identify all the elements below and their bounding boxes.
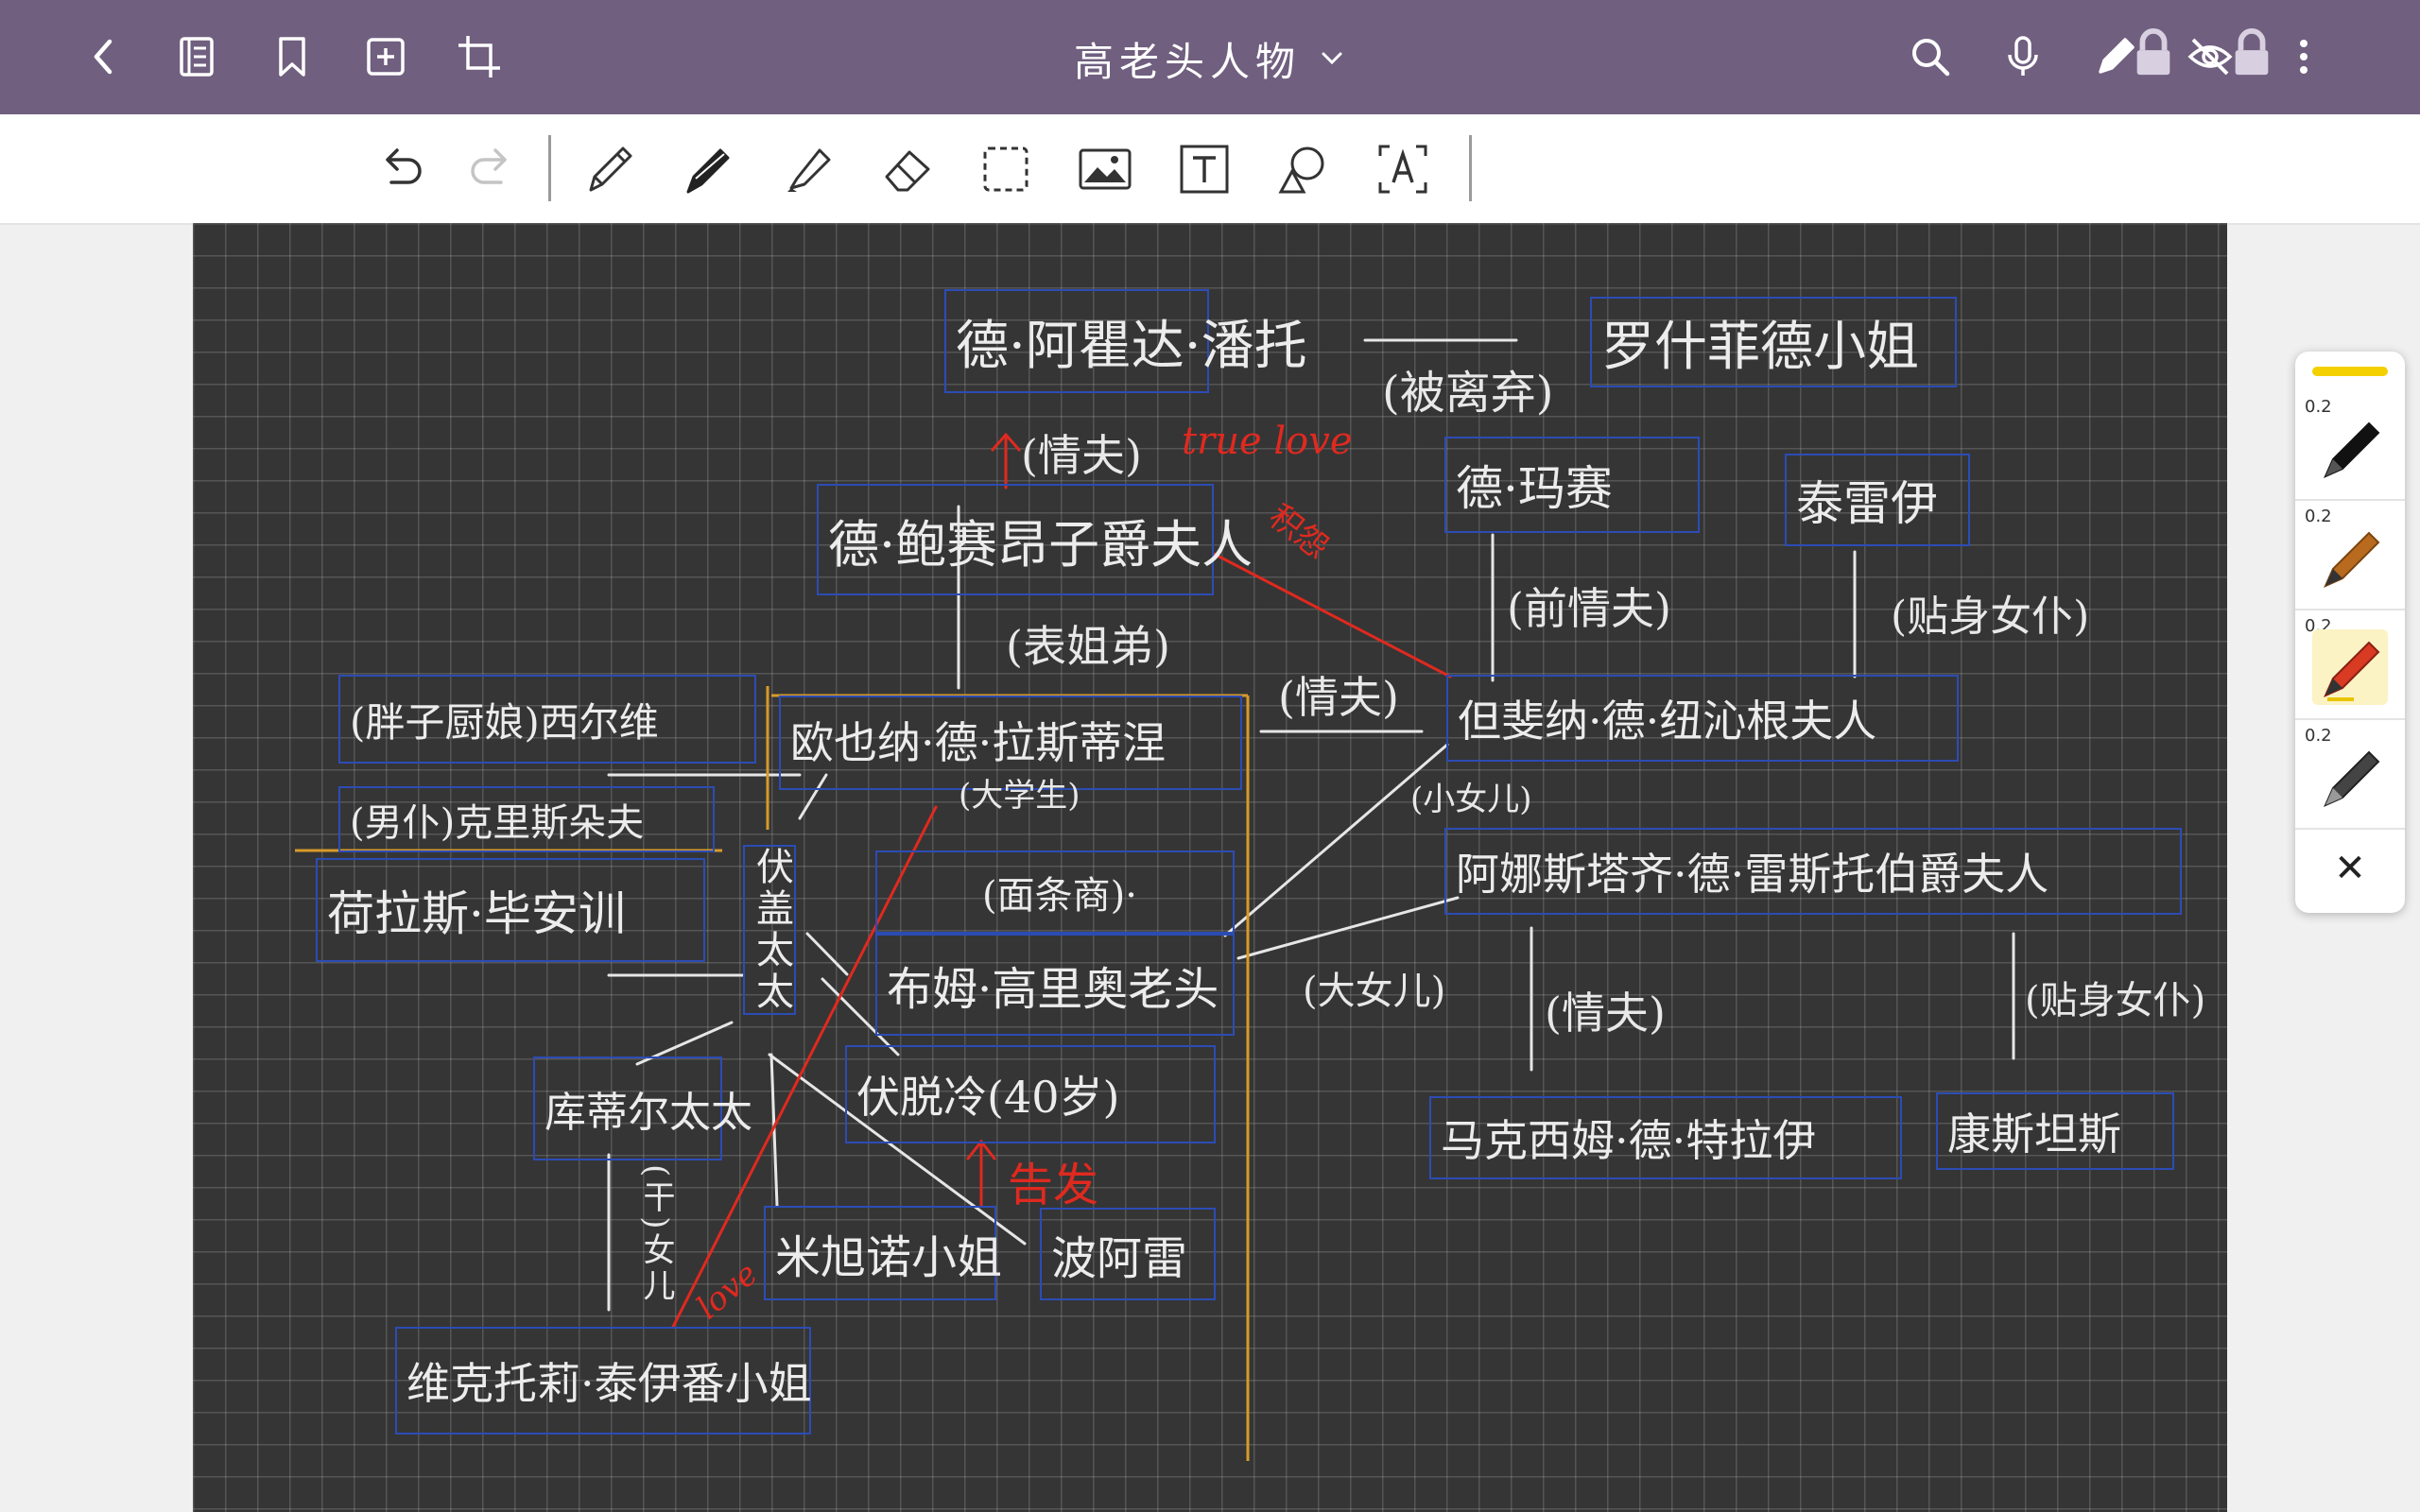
undo-button[interactable]: [365, 133, 437, 205]
pen-presets-panel: 0.2 0.2 0.2 0.2 ✕: [2295, 352, 2405, 913]
node-victorine[interactable]: 维克托莉·泰伊番小姐: [395, 1327, 812, 1435]
node-bianchon[interactable]: 荷拉斯·毕安训: [316, 858, 705, 962]
toolbar-divider: [1469, 135, 1472, 201]
label-eldest-daughter: (大女儿): [1303, 970, 1446, 1013]
node-de-marsay[interactable]: 德·玛赛: [1444, 437, 1700, 533]
lasso-tool[interactable]: [970, 133, 1042, 205]
add-page-icon: [367, 38, 405, 76]
color-indicator: [2312, 367, 2388, 376]
redo-icon: [471, 148, 507, 184]
chevron-down-icon: [1322, 52, 1342, 65]
notebook-title-dropdown[interactable]: 高老头人物: [1021, 28, 1399, 89]
node-constance[interactable]: 康斯坦斯: [1936, 1092, 2174, 1170]
text-box-icon: [1180, 145, 1229, 194]
node-beauseant[interactable]: 德·鲍赛昂子爵夫人: [817, 484, 1253, 595]
image-tool[interactable]: [1069, 133, 1141, 205]
eraser-tool[interactable]: [872, 133, 943, 205]
back-button[interactable]: [74, 26, 134, 87]
red-pen-icon: [2324, 641, 2380, 701]
gray-pen-icon: [2324, 750, 2380, 807]
text-recognition-tool[interactable]: [1367, 133, 1439, 205]
rastignac-note: (大学生): [959, 777, 1080, 815]
pencil-icon: [589, 146, 632, 192]
highlighter-tool[interactable]: [772, 133, 844, 205]
node-vautrin[interactable]: 伏脱冷(40岁): [845, 1045, 1216, 1143]
page-title: 高老头人物: [1073, 38, 1301, 85]
highlighter-icon: [787, 148, 831, 192]
note-canvas[interactable]: 德·阿瞿达·潘托 罗什菲德小姐 德·鲍赛昂子爵夫人 德·玛赛 泰雷伊 但斐纳·德…: [193, 223, 2227, 1512]
label-report: 告发: [1008, 1159, 1099, 1211]
node-sylvie[interactable]: (胖子厨娘)西尔维: [338, 675, 756, 764]
node-goriot-title[interactable]: (面条商)·: [875, 850, 1235, 934]
node-vauquer[interactable]: 伏盖太太: [743, 845, 796, 1015]
node-restaud[interactable]: 阿娜斯塔齐·德·雷斯托伯爵夫人: [1444, 828, 2182, 915]
pen-preset-brown[interactable]: 0.2: [2295, 499, 2405, 610]
label-cousins: (表姐弟): [1006, 621, 1170, 672]
voice-button[interactable]: [1993, 26, 2053, 87]
shapes-icon: [1278, 146, 1324, 194]
shapes-tool[interactable]: [1268, 133, 1340, 205]
drawing-toolbar: [0, 114, 2420, 225]
node-poiret[interactable]: 波阿雷: [1040, 1208, 1216, 1300]
search-button[interactable]: [1900, 26, 1961, 87]
pen-preset-red[interactable]: 0.2: [2295, 609, 2405, 720]
label-youngest-daughter: (小女儿): [1410, 781, 1532, 818]
crop-button[interactable]: [449, 26, 510, 87]
node-taillefer-servant[interactable]: 泰雷伊: [1785, 454, 1970, 546]
undo-icon: [386, 148, 422, 184]
close-icon: ✕: [2334, 847, 2366, 890]
more-icon: [2300, 40, 2308, 74]
notebook-icon: [180, 37, 214, 77]
node-maxime[interactable]: 马克西姆·德·特拉伊: [1429, 1096, 1902, 1179]
label-lover-mid: (情夫): [1278, 672, 1399, 723]
image-icon: [1079, 148, 1132, 190]
label-maid-1: (贴身女仆): [1891, 593, 2090, 641]
title-bar: 高老头人物: [0, 0, 2420, 114]
fountain-pen-icon: [686, 148, 730, 194]
edit-mode-button[interactable]: [2085, 26, 2170, 87]
label-abandoned: (被离弃): [1382, 367, 1554, 420]
eraser-icon: [885, 150, 930, 192]
pen-tool[interactable]: [673, 133, 745, 205]
node-nucingen[interactable]: 但斐纳·德·纽沁根夫人: [1446, 675, 1959, 762]
bookmark-button[interactable]: [262, 26, 322, 87]
more-button[interactable]: [2273, 26, 2334, 87]
node-dealunda[interactable]: 德·阿瞿达·潘托: [944, 289, 1307, 393]
toolbar-divider: [548, 135, 551, 201]
node-michonneau[interactable]: 米旭诺小姐: [764, 1206, 1002, 1300]
label-true-love: true love: [1182, 420, 1353, 463]
pen-preset-gray[interactable]: 0.2: [2295, 718, 2405, 830]
label-lover-maxime: (情夫): [1545, 988, 1666, 1039]
node-goriot[interactable]: 布姆·高里奥老头: [875, 934, 1235, 1036]
hide-toolbar-button[interactable]: [2180, 26, 2269, 87]
crop-icon: [458, 36, 500, 77]
lasso-select-icon: [983, 146, 1028, 192]
black-pen-icon: [2324, 421, 2380, 478]
add-page-button[interactable]: [355, 26, 416, 87]
search-icon: [1912, 39, 1950, 77]
pencil-tool[interactable]: [574, 133, 646, 205]
pen-preset-black[interactable]: 0.2: [2295, 389, 2405, 501]
page-list-button[interactable]: [167, 26, 228, 87]
close-panel-button[interactable]: ✕: [2295, 835, 2405, 902]
redo-button[interactable]: [456, 133, 527, 205]
label-goddaughter: (干)女儿: [637, 1164, 675, 1305]
text-tool[interactable]: [1168, 133, 1240, 205]
label-lover-top: (情夫): [1021, 430, 1142, 481]
label-maid-2: (贴身女仆): [2025, 979, 2206, 1022]
bookmark-icon: [279, 37, 305, 77]
lock-icon: [2136, 28, 2170, 76]
node-christophe[interactable]: (男仆)克里斯朵夫: [338, 786, 715, 852]
lock-icon: [2235, 28, 2269, 76]
text-recognition-icon: [1378, 145, 1427, 194]
label-ex-lover: (前情夫): [1507, 583, 1671, 634]
node-rocheflde[interactable]: 罗什菲德小姐: [1590, 297, 1957, 387]
back-icon: [94, 39, 112, 75]
microphone-icon: [2008, 36, 2038, 76]
node-couture[interactable]: 库蒂尔太太: [533, 1057, 752, 1160]
brown-pen-icon: [2324, 531, 2380, 588]
